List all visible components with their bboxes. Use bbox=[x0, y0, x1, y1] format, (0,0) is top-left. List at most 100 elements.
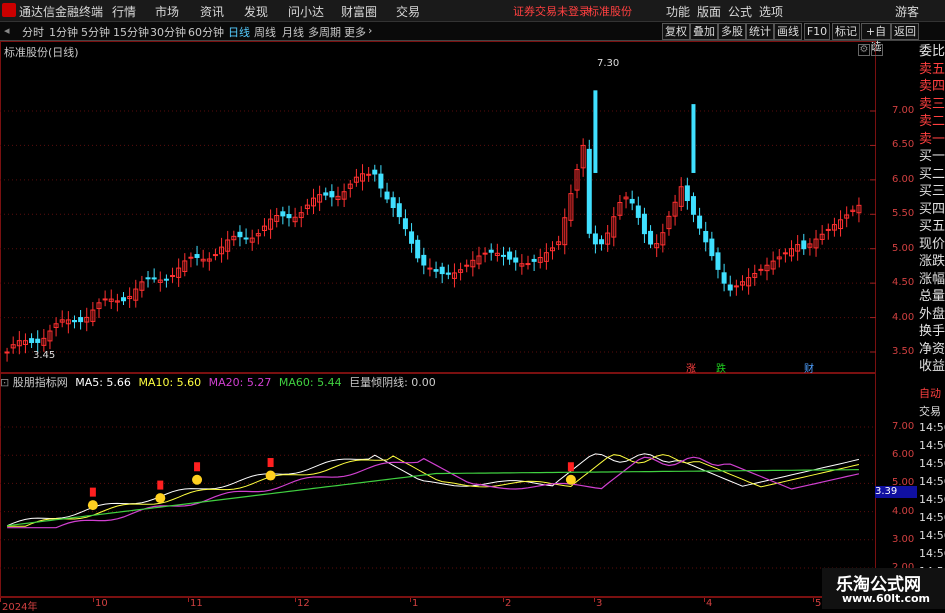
side-item: 外盘 bbox=[919, 306, 945, 322]
tab-period-fenshi[interactable]: 分时 bbox=[22, 24, 44, 40]
chevron-right-icon[interactable]: › bbox=[368, 24, 372, 37]
side-item: 买四 bbox=[919, 201, 945, 217]
candle-body bbox=[102, 298, 108, 301]
settings-icon[interactable]: ⚙ bbox=[858, 44, 870, 56]
candle-body bbox=[78, 317, 84, 323]
tab-period-60min[interactable]: 60分钟 bbox=[188, 24, 224, 40]
time-axis-label: 4 bbox=[706, 598, 713, 609]
tab-period-multi[interactable]: 多周期 bbox=[308, 24, 341, 40]
candle-body bbox=[758, 268, 764, 271]
candle-body bbox=[409, 231, 415, 244]
candle-body bbox=[691, 104, 696, 173]
menu-item-options[interactable]: 选项 bbox=[759, 3, 783, 20]
side-quote-panel: 委比 卖五 卖四 卖三 卖二 卖一 买一 买二 买三 买四 买五 现价 涨跌 涨幅 总量 外盘 换手 净资 收益 bbox=[917, 41, 945, 380]
tab-period-week[interactable]: 周线 bbox=[254, 24, 276, 40]
mark-button[interactable]: 标记 bbox=[832, 23, 860, 40]
candle-body bbox=[648, 230, 654, 245]
side-tick-item: 14:56 bbox=[919, 493, 945, 506]
menu-item-news[interactable]: 资讯 bbox=[200, 3, 224, 20]
side-tick-item: 交易 bbox=[919, 405, 941, 418]
menu-item-ask[interactable]: 问小达 bbox=[288, 3, 324, 20]
time-axis-tick bbox=[704, 598, 705, 602]
marker-limit-up[interactable]: 涨 bbox=[686, 360, 696, 375]
stock-name-label: 标准股份 bbox=[588, 5, 632, 18]
candle-body bbox=[593, 90, 598, 173]
indicator-name[interactable]: 股朋指标网 bbox=[13, 376, 68, 389]
side-item: 卖四 bbox=[919, 79, 945, 94]
time-axis-tick bbox=[503, 598, 504, 602]
watermark-url: www.60lt.com bbox=[842, 592, 931, 605]
kline-chart[interactable] bbox=[0, 41, 917, 597]
side-item: 涨幅 bbox=[919, 271, 945, 287]
tab-period-15min[interactable]: 15分钟 bbox=[113, 24, 149, 40]
candle-body bbox=[237, 231, 243, 238]
side-tick-item: 14:56 bbox=[919, 457, 945, 470]
stats-button[interactable]: 统计 bbox=[746, 23, 774, 40]
return-button[interactable]: 返回 bbox=[891, 23, 919, 40]
current-value-badge: 3.39 bbox=[875, 486, 917, 498]
low-price-label: 3.45 bbox=[33, 350, 56, 361]
tab-period-30min[interactable]: 30分钟 bbox=[150, 24, 186, 40]
menu-item-function[interactable]: 功能 bbox=[666, 3, 690, 20]
time-axis-tick bbox=[295, 598, 296, 602]
y-tick-label: 4.00 bbox=[892, 311, 915, 323]
time-axis-label: 1 bbox=[412, 598, 419, 609]
menu-item-market[interactable]: 行情 bbox=[112, 3, 136, 20]
y-tick-label: 7.00 bbox=[892, 105, 915, 116]
candle-body bbox=[71, 320, 77, 323]
signal-marker bbox=[194, 462, 201, 472]
guest-label[interactable]: 游客 bbox=[895, 3, 919, 20]
menu-item-markets[interactable]: 市场 bbox=[155, 3, 179, 20]
side-item: 买二 bbox=[919, 166, 945, 182]
candle-body bbox=[507, 251, 513, 260]
sub-y-tick-label: 4.00 bbox=[892, 505, 915, 517]
app-name: 通达信金融终端 bbox=[19, 5, 104, 19]
menu-item-trade[interactable]: 交易 bbox=[396, 3, 420, 20]
candle-body bbox=[212, 254, 218, 257]
candle-body bbox=[513, 257, 519, 263]
tab-more[interactable]: 更多 bbox=[344, 24, 366, 40]
toolbar-back-icon[interactable]: ◂ bbox=[4, 24, 10, 37]
candle-body bbox=[703, 230, 709, 243]
indicator-toggle-icon[interactable]: ⊡ bbox=[0, 376, 9, 389]
multi-stock-button[interactable]: 多股 bbox=[718, 23, 746, 40]
tab-period-5min[interactable]: 5分钟 bbox=[81, 24, 110, 40]
candle-body bbox=[366, 173, 372, 176]
candle-body bbox=[715, 252, 721, 270]
sub-panel-frame bbox=[0, 373, 876, 597]
menu-item-discover[interactable]: 发现 bbox=[244, 3, 268, 20]
extra-indicator-value: 巨量倾阴线: 0.00 bbox=[349, 376, 436, 389]
signal-marker bbox=[89, 487, 96, 497]
close-icon[interactable]: × bbox=[871, 44, 883, 56]
menu-item-formula[interactable]: 公式 bbox=[728, 3, 752, 20]
face-icon bbox=[192, 474, 203, 485]
sub-y-tick-label: 6.00 bbox=[892, 449, 915, 461]
candle-body bbox=[323, 192, 329, 196]
login-warning[interactable]: 证券交易未登录 bbox=[513, 3, 590, 19]
candle-body bbox=[782, 252, 788, 255]
marker-finance[interactable]: 财 bbox=[804, 360, 814, 375]
candle-body bbox=[825, 228, 831, 231]
side-item: 买一 bbox=[919, 149, 945, 164]
menu-item-wealth[interactable]: 财富圈 bbox=[341, 3, 377, 20]
candle-body bbox=[329, 191, 335, 198]
marker-limit-down[interactable]: 跌 bbox=[716, 360, 726, 375]
tab-period-1min[interactable]: 1分钟 bbox=[49, 24, 78, 40]
restore-right-button[interactable]: 复权 bbox=[662, 23, 690, 40]
ma10-line bbox=[7, 454, 860, 527]
ma20-line bbox=[7, 456, 860, 529]
y-tick-label: 6.50 bbox=[892, 139, 915, 151]
menu-item-layout[interactable]: 版面 bbox=[697, 3, 721, 20]
tab-period-month[interactable]: 月线 bbox=[282, 24, 304, 40]
draw-button[interactable]: 画线 bbox=[774, 23, 802, 40]
side-tick-item: 14:56 bbox=[919, 511, 945, 524]
f10-button[interactable]: F10 bbox=[804, 23, 830, 40]
add-watchlist-button[interactable]: +自选 bbox=[861, 23, 891, 53]
tab-period-day[interactable]: 日线 bbox=[228, 24, 250, 40]
menu-bar: 通达信金融终端 行情 市场 资讯 发现 问小达 财富圈 交易 证券交易未登录 标… bbox=[0, 0, 945, 22]
side-item: 买五 bbox=[919, 219, 945, 234]
candle-body bbox=[592, 233, 598, 245]
overlay-button[interactable]: 叠加 bbox=[690, 23, 718, 40]
ma5-value: MA5: 5.66 bbox=[75, 376, 131, 389]
time-axis-label: 2024年 bbox=[2, 602, 38, 613]
